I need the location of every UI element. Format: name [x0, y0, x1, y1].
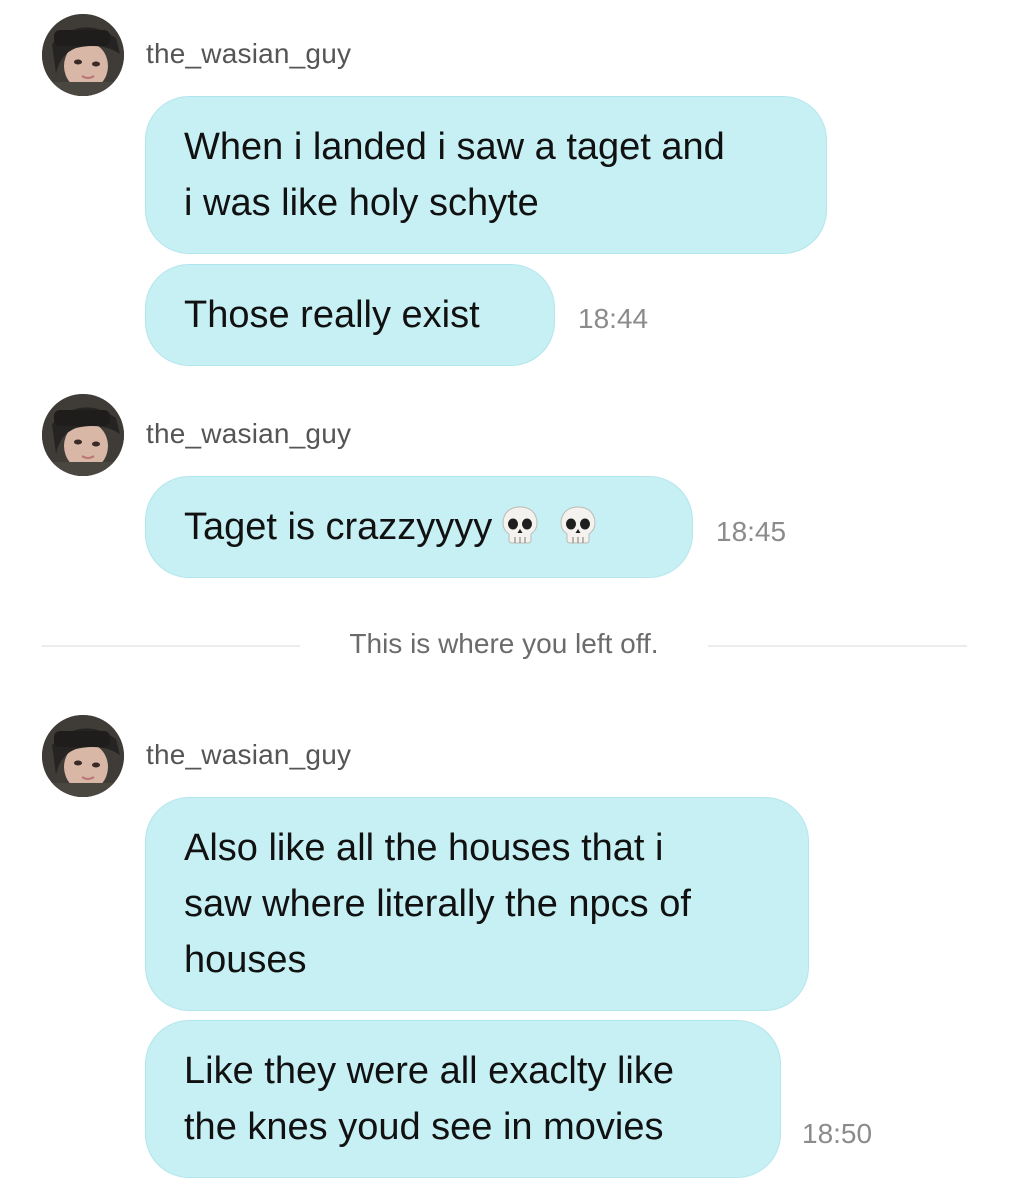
- avatar-photo: [42, 715, 124, 797]
- skull-emoji-icon: [498, 503, 542, 547]
- message-text: Taget is crazzyyyy: [184, 506, 493, 548]
- left-off-label: This is where you left off.: [300, 628, 708, 660]
- skull-emoji-icon: [556, 503, 600, 547]
- username[interactable]: the_wasian_guy: [146, 418, 351, 450]
- avatar-photo: [42, 14, 124, 96]
- message-bubble[interactable]: Those really exist: [145, 264, 555, 366]
- avatar[interactable]: [42, 715, 124, 797]
- timestamp: 18:45: [716, 516, 787, 547]
- avatar-photo: [42, 394, 124, 476]
- avatar[interactable]: [42, 14, 124, 96]
- username[interactable]: the_wasian_guy: [146, 739, 351, 771]
- message-bubble[interactable]: Taget is crazzyyyy: [145, 476, 693, 578]
- message-bubble[interactable]: Also like all the houses that i saw wher…: [145, 797, 809, 1011]
- timestamp: 18:44: [578, 303, 649, 334]
- message-bubble[interactable]: When i landed i saw a taget and i was li…: [145, 96, 827, 254]
- username[interactable]: the_wasian_guy: [146, 38, 351, 70]
- avatar[interactable]: [42, 394, 124, 476]
- timestamp: 18:50: [802, 1118, 873, 1149]
- message-bubble[interactable]: Like they were all exaclty like the knes…: [145, 1020, 781, 1178]
